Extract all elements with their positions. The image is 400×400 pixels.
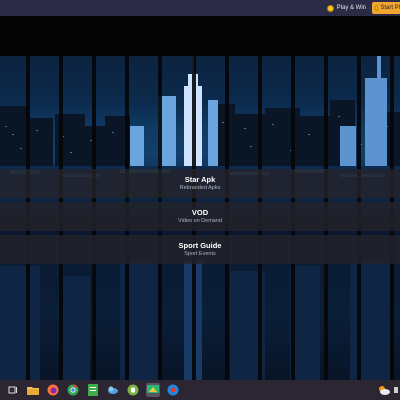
task-view-icon[interactable] xyxy=(6,383,20,397)
coin-icon xyxy=(375,5,379,11)
menu-item-subtitle: Rebranded Apks xyxy=(179,185,221,191)
menu-item-subtitle: Video on Demand xyxy=(178,218,222,224)
emulator-icon[interactable] xyxy=(146,383,160,397)
menu-item-subtitle: Sport Events xyxy=(184,251,216,257)
menu-item-vod[interactable]: VOD Video on Demand xyxy=(0,202,400,231)
menu-item-title: VOD xyxy=(191,208,209,217)
play-win-link[interactable]: Play & Win xyxy=(326,4,366,12)
menu-item-title: Sport Guide xyxy=(178,241,222,250)
weather-app-icon[interactable] xyxy=(106,383,120,397)
browser-icon[interactable] xyxy=(166,383,180,397)
main-menu: Star Apk Rebranded Apks VOD Video on Dem… xyxy=(0,169,400,268)
tray-item-icon[interactable] xyxy=(394,383,400,397)
menu-item-star-apk[interactable]: Star Apk Rebranded Apks xyxy=(0,169,400,198)
weather-icon[interactable] xyxy=(377,383,391,397)
top-app-bar: Play & Win Start Pl xyxy=(0,0,400,16)
taskbar xyxy=(0,380,400,400)
start-play-label: Start Pl xyxy=(380,5,400,11)
app-icon[interactable] xyxy=(86,383,100,397)
file-explorer-icon[interactable] xyxy=(26,383,40,397)
system-tray xyxy=(371,380,400,400)
android-icon[interactable] xyxy=(126,383,140,397)
firefox-icon[interactable] xyxy=(46,383,60,397)
coin-icon xyxy=(326,4,334,12)
menu-item-sport-guide[interactable]: Sport Guide Sport Events xyxy=(0,235,400,264)
start-play-button[interactable]: Start Pl xyxy=(372,2,400,14)
play-win-label: Play & Win xyxy=(336,5,366,11)
header-spacer xyxy=(0,16,400,56)
chrome-icon[interactable] xyxy=(66,383,80,397)
menu-item-title: Star Apk xyxy=(184,175,216,184)
